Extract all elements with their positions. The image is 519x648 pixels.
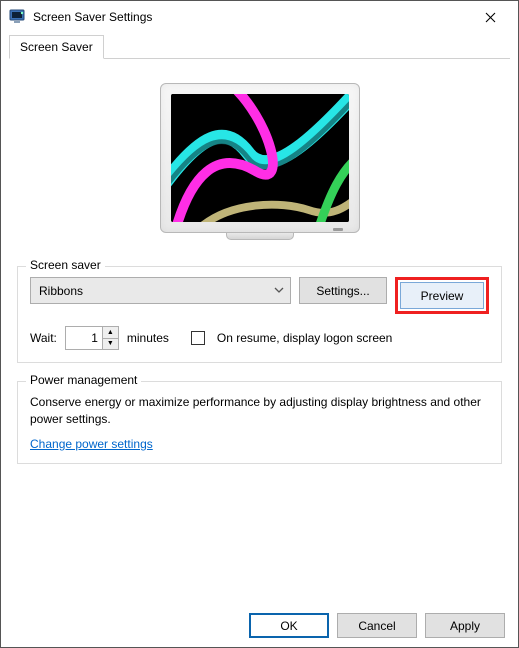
saver-selected-value: Ribbons	[39, 284, 83, 298]
window-title: Screen Saver Settings	[33, 10, 470, 24]
screen-saver-group-title: Screen saver	[26, 258, 105, 272]
tab-content: Screen saver Ribbons Settings... Preview…	[1, 59, 518, 478]
power-group-title: Power management	[26, 373, 141, 387]
spinner-up-button[interactable]: ▲	[103, 327, 118, 339]
preview-highlight: Preview	[395, 277, 489, 314]
close-icon	[485, 12, 496, 23]
on-resume-checkbox[interactable]	[191, 331, 205, 345]
ok-button[interactable]: OK	[249, 613, 329, 638]
power-description: Conserve energy or maximize performance …	[30, 394, 489, 429]
cancel-button-label: Cancel	[358, 619, 395, 633]
monitor-bezel-button-icon	[333, 228, 343, 231]
preview-button-label: Preview	[421, 289, 464, 303]
minutes-label: minutes	[127, 331, 169, 345]
screen-saver-group: Screen saver Ribbons Settings... Preview…	[17, 266, 502, 363]
apply-button-label: Apply	[450, 619, 480, 633]
app-icon	[9, 8, 27, 26]
close-button[interactable]	[470, 3, 510, 31]
settings-button[interactable]: Settings...	[299, 277, 387, 304]
tab-strip: Screen Saver	[9, 35, 510, 59]
preview-button[interactable]: Preview	[400, 282, 484, 309]
apply-button[interactable]: Apply	[425, 613, 505, 638]
monitor-screen	[171, 94, 349, 222]
settings-button-label: Settings...	[316, 284, 369, 298]
tab-label: Screen Saver	[20, 40, 93, 54]
power-management-group: Power management Conserve energy or maxi…	[17, 381, 502, 464]
saver-dropdown[interactable]: Ribbons	[30, 277, 291, 304]
monitor-preview-area	[15, 73, 504, 258]
dialog-footer: OK Cancel Apply	[249, 613, 505, 638]
ok-button-label: OK	[280, 619, 297, 633]
spinner-down-button[interactable]: ▼	[103, 339, 118, 350]
wait-spinner[interactable]: ▲ ▼	[65, 326, 119, 350]
cancel-button[interactable]: Cancel	[337, 613, 417, 638]
wait-label: Wait:	[30, 331, 57, 345]
monitor-graphic	[160, 83, 360, 240]
on-resume-label: On resume, display logon screen	[217, 331, 392, 345]
chevron-down-icon	[274, 285, 284, 296]
window-titlebar: Screen Saver Settings	[1, 1, 518, 33]
tab-screen-saver[interactable]: Screen Saver	[9, 35, 104, 59]
ribbons-preview-icon	[171, 94, 349, 222]
change-power-settings-link[interactable]: Change power settings	[30, 437, 153, 451]
wait-input[interactable]	[66, 327, 102, 349]
